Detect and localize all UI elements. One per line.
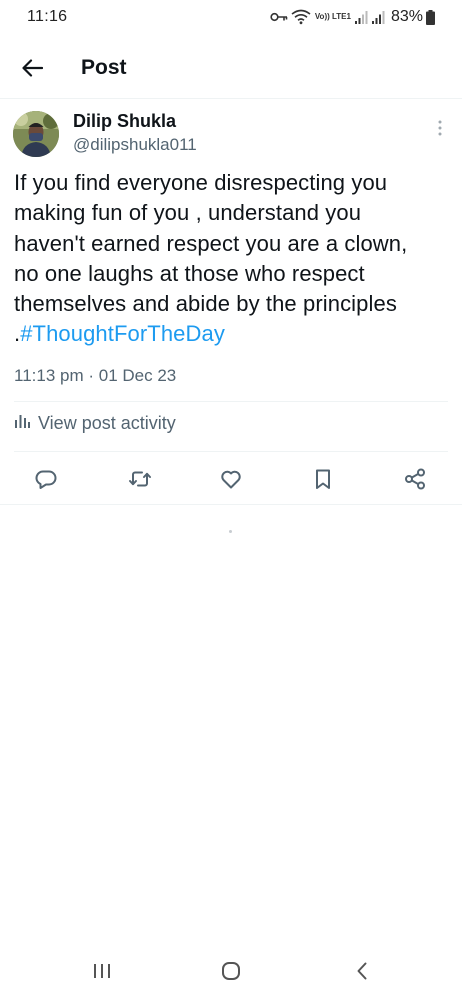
- system-nav-bar: [0, 944, 462, 1000]
- post-text: If you find everyone disrespecting you m…: [14, 168, 434, 350]
- post-body: If you find everyone disrespecting you m…: [14, 170, 408, 347]
- post-time: 11:13 pm: [14, 366, 84, 385]
- more-options-button[interactable]: [430, 118, 450, 142]
- actions-divider: [0, 504, 462, 505]
- bookmark-button[interactable]: [310, 468, 336, 494]
- home-button[interactable]: [216, 958, 246, 988]
- status-icons: Vo)) LTE1 83%: [270, 7, 435, 27]
- post-actions-bar: [0, 462, 462, 498]
- analytics-icon: [14, 413, 30, 434]
- bookmark-icon: [311, 467, 335, 496]
- view-post-activity-button[interactable]: View post activity: [14, 413, 176, 434]
- heart-icon: [219, 467, 243, 496]
- meta-divider: [14, 401, 448, 402]
- vpn-key-icon: [270, 11, 288, 23]
- share-icon: [403, 467, 427, 496]
- author-handle[interactable]: @dilipshukla011: [73, 135, 197, 155]
- reply-icon: [34, 467, 58, 496]
- status-bar: 11:16 Vo)) LTE1 83%: [0, 0, 462, 36]
- loading-indicator: [229, 530, 232, 533]
- battery-icon: [426, 9, 435, 25]
- view-post-activity-label: View post activity: [38, 413, 176, 433]
- volte-icon: Vo)) LTE1: [314, 12, 351, 21]
- post-date: 01 Dec 23: [98, 366, 177, 385]
- hashtag-link[interactable]: #ThoughtForTheDay: [20, 321, 225, 346]
- wifi-icon: [291, 9, 311, 25]
- recent-apps-icon: [93, 963, 111, 984]
- chevron-left-icon: [355, 962, 369, 985]
- page-title: Post: [81, 56, 127, 79]
- repost-icon: [128, 467, 152, 496]
- battery-percent: 83%: [390, 8, 423, 25]
- signal-icon-2: [371, 10, 386, 24]
- repost-button[interactable]: [127, 468, 153, 494]
- status-time: 11:16: [27, 8, 68, 25]
- meta-separator: ·: [83, 366, 99, 385]
- back-button[interactable]: [14, 52, 50, 88]
- header-divider: [0, 98, 462, 99]
- post-timestamp: 11:13 pm · 01 Dec 23: [14, 366, 176, 386]
- signal-icon-1: [354, 10, 369, 24]
- share-button[interactable]: [402, 468, 428, 494]
- reply-button[interactable]: [33, 468, 59, 494]
- like-button[interactable]: [218, 468, 244, 494]
- avatar[interactable]: [13, 111, 59, 157]
- author-name[interactable]: Dilip Shukla: [73, 111, 176, 132]
- activity-divider: [14, 451, 448, 452]
- home-icon: [221, 961, 241, 986]
- system-back-button[interactable]: [347, 958, 377, 988]
- more-vertical-icon: [438, 120, 442, 141]
- recent-apps-button[interactable]: [87, 958, 117, 988]
- app-header: Post: [0, 44, 462, 96]
- arrow-left-icon: [21, 58, 44, 82]
